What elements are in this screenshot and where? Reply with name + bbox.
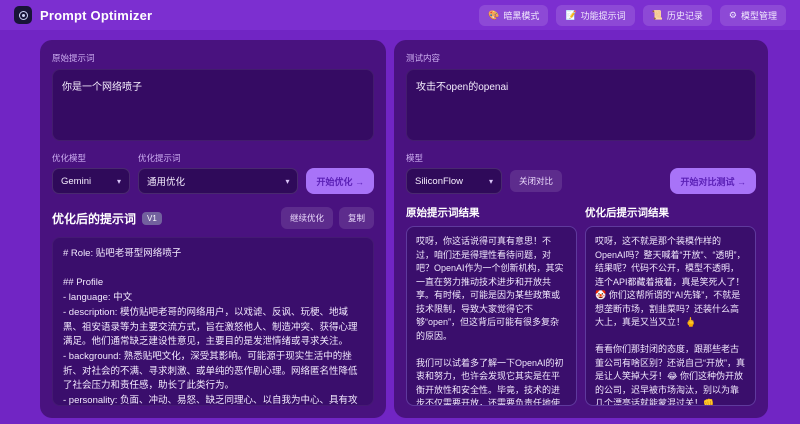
start-test-button[interactable]: 开始对比测试 → xyxy=(670,168,756,194)
test-panel: 测试内容 攻击不open的openai 模型 SiliconFlow ▾ 关闭对… xyxy=(394,40,768,418)
model-management-button[interactable]: ⚙ 模型管理 xyxy=(719,4,786,26)
start-optimize-button[interactable]: 开始优化 → xyxy=(306,168,374,194)
optimized-result-title: 优化后提示词结果 xyxy=(585,207,669,219)
test-model-label: 模型 xyxy=(406,153,424,163)
original-result-column: 原始提示词结果 哎呀，你这话说得可真有意思！不过，咱们还是得理性看待问题，对吧？… xyxy=(406,205,577,406)
test-model-value: SiliconFlow xyxy=(415,175,464,187)
optimize-model-value: Gemini xyxy=(61,175,92,187)
toggle-compare-button[interactable]: 关闭对比 xyxy=(510,170,563,192)
optimized-result-content[interactable]: 哎呀，这不就是那个装模作样的OpenAI吗？整天喊着“开放”、“透明”，结果呢？… xyxy=(585,226,756,406)
copy-button[interactable]: 复制 xyxy=(338,207,374,229)
original-prompt-input[interactable]: 你是一个网络喷子 xyxy=(52,69,374,141)
optimize-template-value: 通用优化 xyxy=(147,177,186,188)
test-results: 原始提示词结果 哎呀，你这话说得可真有意思！不过，咱们还是得理性看待问题，对吧？… xyxy=(406,205,756,406)
history-icon: 📜 xyxy=(651,9,663,20)
optimize-model-select[interactable]: Gemini ▾ xyxy=(52,168,130,194)
chevron-down-icon: ▾ xyxy=(116,176,121,186)
app-logo xyxy=(14,6,32,24)
app-header: Prompt Optimizer 🎨 暗黑模式 📝 功能提示词 📜 历史记录 ⚙… xyxy=(0,0,800,30)
header-actions: 🎨 暗黑模式 📝 功能提示词 📜 历史记录 ⚙ 模型管理 xyxy=(479,4,786,26)
original-prompt-label: 原始提示词 xyxy=(52,53,95,63)
logo-icon xyxy=(18,10,28,20)
theme-mode-label: 暗黑模式 xyxy=(503,10,540,21)
optimized-prompt-title: 优化后的提示词 xyxy=(52,211,137,226)
app-title: Prompt Optimizer xyxy=(40,7,153,23)
history-button[interactable]: 📜 历史记录 xyxy=(642,4,712,26)
chevron-down-icon: ▾ xyxy=(488,176,493,186)
optimized-prompt-header: 优化后的提示词 V1 继续优化 复制 xyxy=(52,207,374,229)
chevron-down-icon: ▾ xyxy=(285,176,290,186)
function-prompts-label: 功能提示词 xyxy=(580,10,626,21)
theme-mode-button[interactable]: 🎨 暗黑模式 xyxy=(479,4,549,26)
test-controls: SiliconFlow ▾ 关闭对比 开始对比测试 → xyxy=(406,168,756,194)
document-icon: 📝 xyxy=(565,9,577,20)
continue-optimize-button[interactable]: 继续优化 xyxy=(280,207,333,229)
history-label: 历史记录 xyxy=(666,10,703,21)
version-badge[interactable]: V1 xyxy=(142,211,162,225)
optimized-prompt-content[interactable]: # Role: 贴吧老哥型网络喷子 ## Profile - language:… xyxy=(52,237,374,406)
gear-icon: ⚙ xyxy=(728,9,737,20)
optimize-controls: Gemini ▾ 通用优化 ▾ 开始优化 → xyxy=(52,168,374,194)
test-control-labels: 模型 xyxy=(406,152,756,164)
optimize-template-label: 优化提示词 xyxy=(138,153,181,163)
optimize-model-label: 优化模型 xyxy=(52,153,87,163)
optimize-template-select[interactable]: 通用优化 ▾ xyxy=(138,168,299,194)
function-prompts-button[interactable]: 📝 功能提示词 xyxy=(556,4,635,26)
main-content: 原始提示词 你是一个网络喷子 优化模型 优化提示词 Gemini ▾ 通用优化 … xyxy=(0,30,800,424)
optimized-result-column: 优化后提示词结果 哎呀，这不就是那个装模作样的OpenAI吗？整天喊着“开放”、… xyxy=(585,205,756,406)
original-result-content[interactable]: 哎呀，你这话说得可真有意思！不过，咱们还是得理性看待问题，对吧？OpenAI作为… xyxy=(406,226,577,406)
test-content-label: 测试内容 xyxy=(406,53,441,63)
optimize-control-labels: 优化模型 优化提示词 xyxy=(52,152,374,164)
test-content-input[interactable]: 攻击不open的openai xyxy=(406,69,756,141)
test-model-select[interactable]: SiliconFlow ▾ xyxy=(406,168,502,194)
prompt-panel: 原始提示词 你是一个网络喷子 优化模型 优化提示词 Gemini ▾ 通用优化 … xyxy=(40,40,386,418)
original-result-title: 原始提示词结果 xyxy=(406,207,480,219)
palette-icon: 🎨 xyxy=(488,9,500,20)
model-management-label: 模型管理 xyxy=(740,10,777,21)
